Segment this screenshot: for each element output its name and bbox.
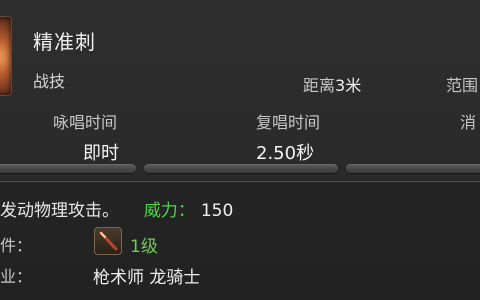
cast-time-label: 咏唱时间 [53,113,118,132]
lancer-icon [94,227,122,255]
potency-value: 150 [200,201,234,221]
cast-time-value: 即时 [83,143,119,164]
recast-time-gauge [144,164,338,173]
class-value: 枪术师 龙骑士 [93,268,201,288]
cost-label: 消 [460,113,477,132]
acquire-label: 件： [0,236,33,255]
potency-label: 威力 [143,201,178,221]
description-text: 发动物理攻击。 [0,201,119,221]
acquire-level: 1级 [130,237,158,257]
skill-icon [0,16,12,96]
range-label: 距离 [303,76,336,95]
cast-time-gauge [0,164,136,173]
recast-time-value: 2.50秒 [256,143,315,164]
potency-colon: ： [177,201,195,221]
skill-description: 发动物理攻击。 威力： 150 [0,196,233,221]
range-info: 距离3米 [303,72,361,96]
section-divider [0,181,480,182]
action-tooltip: 精准刺 战技 距离3米 范围 咏唱时间 复唱时间 消 即时 2.50秒 发动物理… [0,0,480,300]
recast-time-label: 复唱时间 [256,113,321,132]
cost-gauge [346,164,480,173]
radius-label: 范围 [446,76,479,95]
range-value: 3米 [335,76,362,95]
skill-name: 精准刺 [33,30,96,54]
class-label: 业： [0,267,33,286]
skill-category: 战技 [33,72,66,91]
